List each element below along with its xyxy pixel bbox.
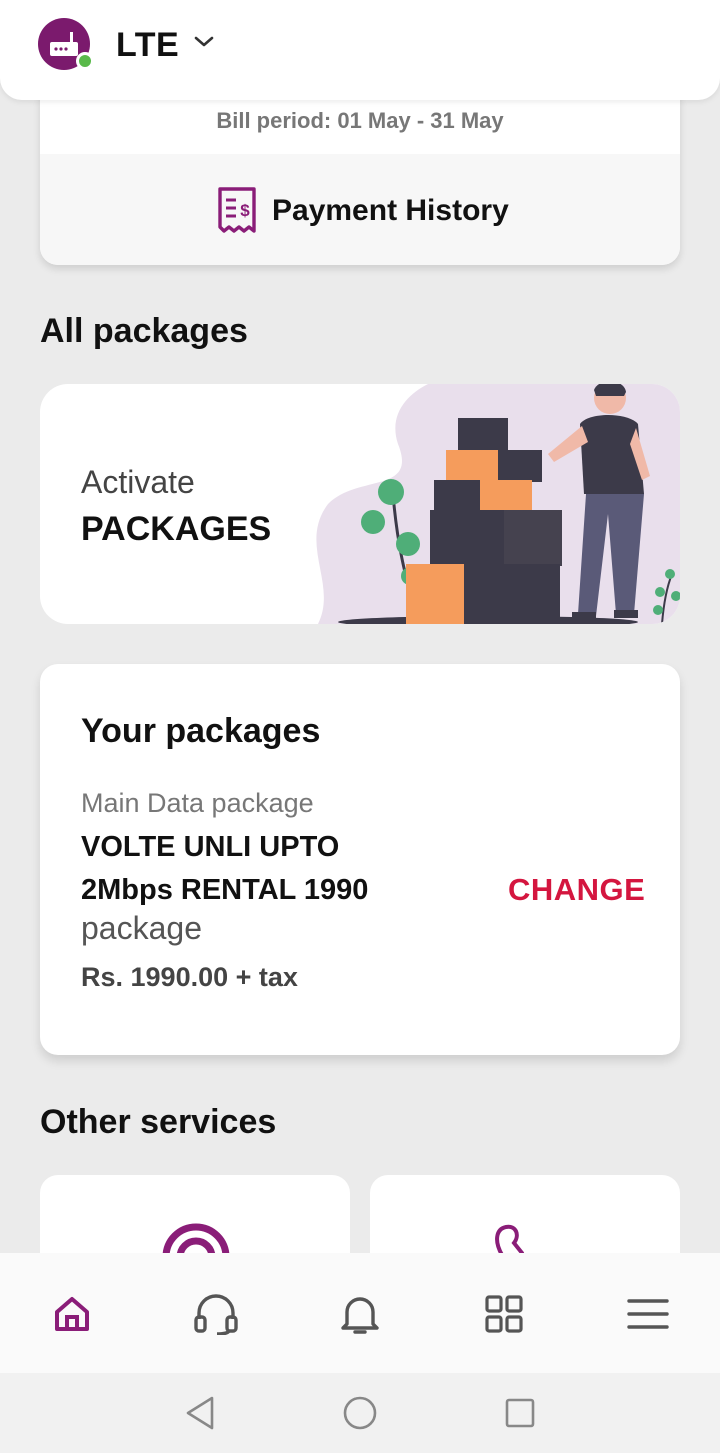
package-name: VOLTE UNLI UPTO 2Mbps RENTAL 1990 xyxy=(81,831,369,906)
system-navigation-bar xyxy=(0,1373,720,1453)
grid-icon xyxy=(485,1295,523,1333)
top-bar: LTE xyxy=(0,0,720,100)
payment-history-strip: $ Payment History xyxy=(40,154,680,265)
bottom-navigation xyxy=(0,1253,720,1373)
package-price: Rs. 1990.00 + tax xyxy=(81,962,298,992)
connection-title[interactable]: LTE xyxy=(116,26,179,65)
activate-packages-card[interactable]: Activate PACKAGES xyxy=(40,384,680,624)
other-services-heading: Other services xyxy=(40,1103,277,1141)
boxes-illustration xyxy=(316,384,680,624)
nav-notifications[interactable] xyxy=(335,1289,385,1339)
bill-period: Bill period: 01 May - 31 May xyxy=(216,108,504,133)
recents-icon[interactable] xyxy=(504,1395,536,1431)
nav-home[interactable] xyxy=(47,1289,97,1339)
back-icon[interactable] xyxy=(184,1395,216,1431)
svg-text:$: $ xyxy=(240,201,250,220)
headset-icon xyxy=(194,1294,238,1335)
receipt-icon: $ xyxy=(218,187,256,233)
menu-icon xyxy=(627,1299,669,1329)
home-icon xyxy=(55,1297,89,1331)
bell-icon xyxy=(341,1297,379,1334)
package-type: Main Data package xyxy=(81,788,314,818)
packages-label: PACKAGES xyxy=(81,510,272,548)
change-package-button[interactable]: CHANGE xyxy=(508,872,645,908)
your-packages-card: Your packages Main Data package VOLTE UN… xyxy=(40,664,680,1055)
payment-history-label: Payment History xyxy=(272,194,509,227)
package-suffix: package xyxy=(81,910,202,946)
nav-menu[interactable] xyxy=(623,1289,673,1339)
payment-history-button[interactable]: $ Payment History xyxy=(216,186,509,236)
all-packages-heading: All packages xyxy=(40,312,248,350)
activate-label: Activate xyxy=(81,464,195,500)
your-packages-title: Your packages xyxy=(81,712,321,750)
nav-support[interactable] xyxy=(191,1289,241,1339)
nav-apps[interactable] xyxy=(479,1289,529,1339)
chevron-down-icon[interactable] xyxy=(192,34,216,50)
home-circle-icon[interactable] xyxy=(342,1395,378,1431)
online-status-dot xyxy=(76,52,94,70)
